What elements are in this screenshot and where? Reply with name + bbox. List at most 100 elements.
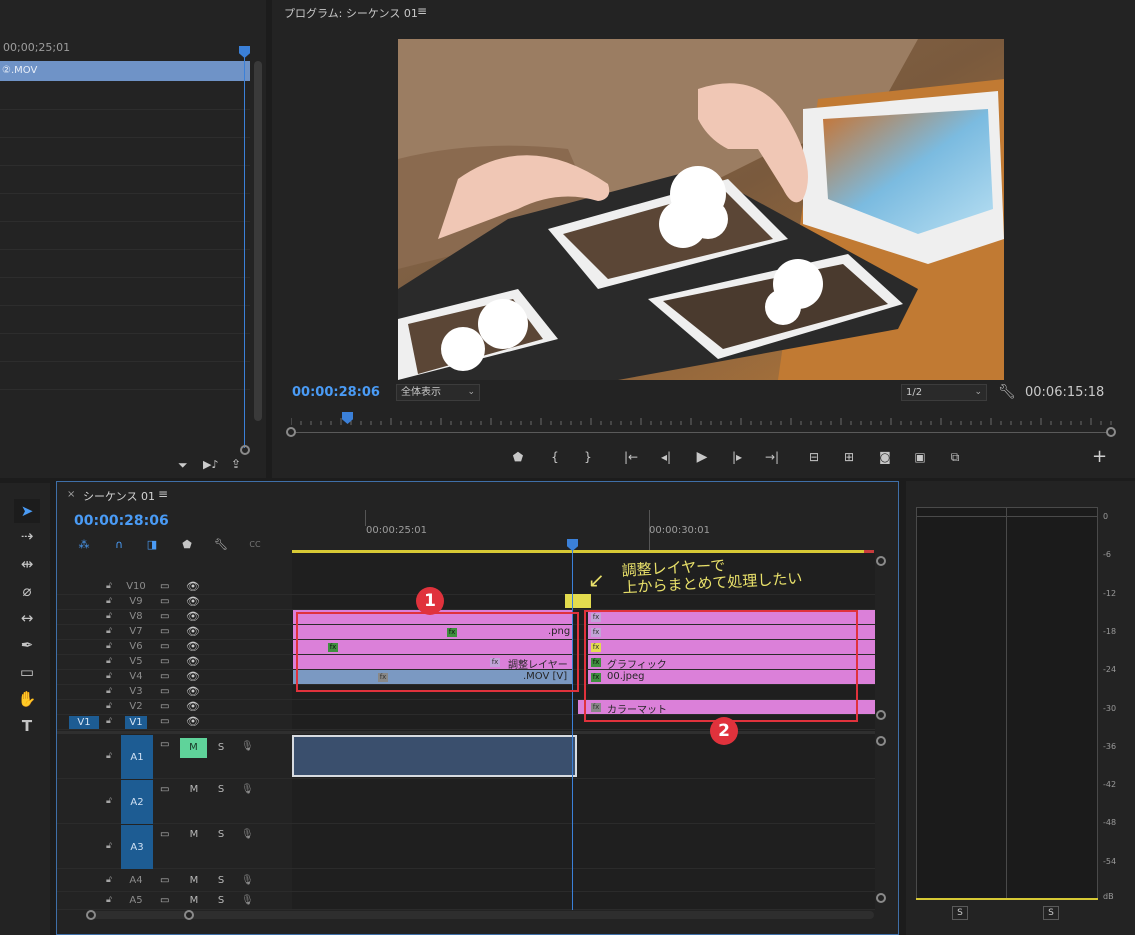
- solo-button[interactable]: S: [213, 784, 229, 795]
- proxy-toggle-icon[interactable]: ⧉: [945, 447, 965, 467]
- rectangle-tool-icon[interactable]: ▭: [14, 660, 40, 684]
- track-name[interactable]: V4: [125, 671, 147, 682]
- lock-icon[interactable]: 🔓︎: [106, 641, 112, 651]
- sync-lock-icon[interactable]: ▭: [160, 596, 169, 607]
- zoom-handle-right[interactable]: [184, 910, 194, 920]
- eye-icon[interactable]: 👁︎: [186, 595, 200, 608]
- video-audio-divider[interactable]: [57, 731, 875, 734]
- video-scroll-handle-top[interactable]: [876, 556, 886, 566]
- microphone-icon[interactable]: 🎙︎: [241, 741, 254, 752]
- video-track-header[interactable]: [57, 655, 292, 669]
- video-track-header[interactable]: [57, 610, 292, 624]
- filter-icon[interactable]: ⏷: [178, 458, 188, 473]
- source-zoom-handle[interactable]: [240, 445, 250, 455]
- audio-scroll-handle-top[interactable]: [876, 736, 886, 746]
- mute-button[interactable]: M: [180, 738, 207, 758]
- sync-lock-icon[interactable]: ▭: [160, 716, 169, 727]
- go-to-out-icon[interactable]: →|: [762, 447, 782, 467]
- panel-menu-icon[interactable]: ≡: [417, 4, 427, 18]
- eye-icon[interactable]: 👁︎: [186, 670, 200, 683]
- video-track-header[interactable]: [57, 640, 292, 654]
- lock-icon[interactable]: 🔓︎: [106, 895, 112, 905]
- video-track-header[interactable]: [57, 595, 292, 609]
- lock-icon[interactable]: 🔓︎: [106, 626, 112, 636]
- lock-icon[interactable]: 🔓︎: [106, 656, 112, 666]
- solo-button[interactable]: S: [213, 875, 229, 886]
- eye-icon[interactable]: 👁︎: [186, 580, 200, 593]
- mark-out-icon[interactable]: }: [578, 447, 598, 467]
- type-tool-icon[interactable]: T: [14, 714, 40, 738]
- playback-resolution-select[interactable]: 1/2 ⌄: [901, 384, 987, 401]
- adjustment-layer-clip-v9[interactable]: [565, 594, 591, 608]
- lock-icon[interactable]: 🔓︎: [106, 751, 112, 761]
- solo-button[interactable]: S: [213, 829, 229, 840]
- slip-tool-icon[interactable]: ↔: [14, 606, 40, 630]
- program-current-timecode[interactable]: 00:00:28:06: [292, 385, 380, 400]
- sync-lock-icon[interactable]: ▭: [160, 686, 169, 697]
- video-track-header[interactable]: [57, 625, 292, 639]
- close-tab-icon[interactable]: ×: [67, 489, 75, 500]
- lock-icon[interactable]: 🔓︎: [106, 611, 112, 621]
- microphone-icon[interactable]: 🎙︎: [241, 829, 254, 840]
- export-icon[interactable]: ⇪: [231, 457, 241, 471]
- track-name[interactable]: V7: [125, 626, 147, 637]
- nest-toggle-icon[interactable]: ⁂: [75, 537, 93, 553]
- program-zoom-bar[interactable]: [291, 432, 1112, 433]
- sync-lock-icon[interactable]: ▭: [160, 626, 169, 637]
- sync-lock-icon[interactable]: ▭: [160, 581, 169, 592]
- audio-track-header[interactable]: [57, 735, 292, 778]
- lock-icon[interactable]: 🔓︎: [106, 701, 112, 711]
- sync-lock-icon[interactable]: ▭: [160, 829, 169, 840]
- audio-track-header[interactable]: [57, 780, 292, 823]
- track-name[interactable]: V3: [125, 686, 147, 697]
- camera-icon[interactable]: ◙: [875, 447, 895, 467]
- add-marker-icon[interactable]: ⬟: [178, 537, 196, 553]
- step-back-icon[interactable]: ◂|: [656, 447, 676, 467]
- track-name[interactable]: A3: [126, 842, 148, 853]
- zoom-level-select[interactable]: 全体表示 ⌄: [396, 384, 480, 401]
- lock-icon[interactable]: 🔓︎: [106, 686, 112, 696]
- track-name[interactable]: A5: [125, 895, 147, 906]
- timeline-timecode[interactable]: 00:00:28:06: [74, 513, 169, 529]
- solo-left-button[interactable]: S: [952, 906, 968, 920]
- solo-button[interactable]: S: [213, 742, 229, 753]
- sync-lock-icon[interactable]: ▭: [160, 701, 169, 712]
- eye-icon[interactable]: 👁︎: [186, 610, 200, 623]
- insert-audio-icon[interactable]: ▶♪: [203, 458, 218, 471]
- mark-in-icon[interactable]: {: [545, 447, 565, 467]
- mute-button[interactable]: M: [186, 784, 202, 795]
- track-name[interactable]: V9: [125, 596, 147, 607]
- track-select-tool-icon[interactable]: ⇢: [14, 524, 40, 548]
- extract-icon[interactable]: ⊞: [839, 447, 859, 467]
- track-name[interactable]: A4: [125, 875, 147, 886]
- audio-track-header[interactable]: [57, 825, 292, 868]
- ripple-edit-tool-icon[interactable]: ⇹: [14, 552, 40, 576]
- zoom-handle-left[interactable]: [86, 910, 96, 920]
- program-time-ruler[interactable]: [291, 410, 1112, 430]
- track-name[interactable]: V5: [125, 656, 147, 667]
- eye-icon[interactable]: 👁︎: [186, 685, 200, 698]
- audio-track-header[interactable]: [57, 893, 292, 909]
- source-vertical-scrollbar[interactable]: [254, 61, 262, 421]
- track-name[interactable]: V6: [125, 641, 147, 652]
- hand-tool-icon[interactable]: ✋: [14, 687, 40, 711]
- microphone-icon[interactable]: 🎙︎: [241, 895, 254, 906]
- microphone-icon[interactable]: 🎙︎: [241, 784, 254, 795]
- eye-icon[interactable]: 👁︎: [186, 640, 200, 653]
- mute-button[interactable]: M: [186, 829, 202, 840]
- snap-magnet-icon[interactable]: ∩: [110, 537, 128, 553]
- razor-tool-icon[interactable]: ⌀: [14, 579, 40, 603]
- add-marker-icon[interactable]: ⬟: [508, 447, 528, 467]
- sync-lock-icon[interactable]: ▭: [160, 671, 169, 682]
- wrench-icon[interactable]: 🔧︎: [212, 537, 230, 553]
- timeline-tab-title[interactable]: シーケンス 01: [83, 488, 155, 504]
- lift-icon[interactable]: ⊟: [804, 447, 824, 467]
- zoom-handle-left[interactable]: [286, 427, 296, 437]
- program-monitor-title[interactable]: プログラム: シーケンス 01: [284, 5, 418, 21]
- step-forward-icon[interactable]: |▸: [727, 447, 747, 467]
- eye-icon[interactable]: 👁︎: [186, 700, 200, 713]
- video-track-header[interactable]: [57, 670, 292, 684]
- video-track-header[interactable]: [57, 700, 292, 714]
- sync-lock-icon[interactable]: ▭: [160, 739, 169, 750]
- lock-icon[interactable]: 🔓︎: [106, 581, 112, 591]
